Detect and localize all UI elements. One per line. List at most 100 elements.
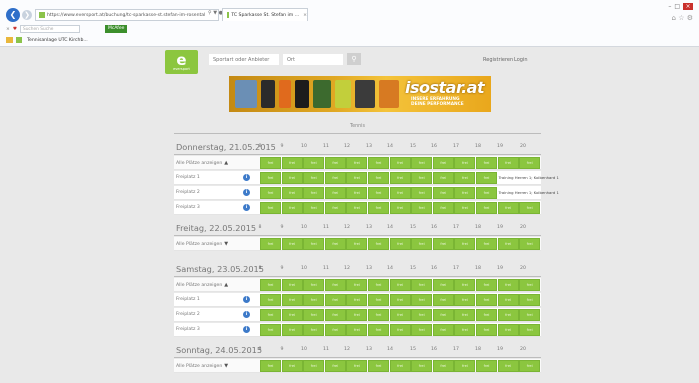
time-slot[interactable]: frei xyxy=(368,279,389,291)
time-slot[interactable]: frei xyxy=(324,279,346,291)
time-slot[interactable]: frei xyxy=(281,309,303,321)
time-slot[interactable]: frei xyxy=(346,360,368,372)
time-slot[interactable]: frei xyxy=(260,202,281,214)
time-slot[interactable]: frei xyxy=(519,202,541,214)
time-slot[interactable]: frei xyxy=(432,238,454,250)
time-slot[interactable]: frei xyxy=(324,324,346,336)
time-slot[interactable]: frei xyxy=(411,157,433,169)
time-slot[interactable]: frei xyxy=(411,172,433,184)
time-slot[interactable]: frei xyxy=(411,202,433,214)
time-slot[interactable]: frei xyxy=(389,238,411,250)
time-slot[interactable]: frei xyxy=(476,324,497,336)
menu-icon[interactable]: × xyxy=(6,27,10,32)
close-icon[interactable]: × xyxy=(683,3,693,10)
time-slot[interactable]: frei xyxy=(454,294,476,306)
time-slot[interactable]: frei xyxy=(497,309,519,321)
time-slot[interactable]: frei xyxy=(411,309,433,321)
isostar-banner[interactable]: isostar.at INSERE ERFAHRUNG DEINE PERFOR… xyxy=(229,76,491,112)
time-slot[interactable]: frei xyxy=(346,157,368,169)
time-slot[interactable]: frei xyxy=(303,294,325,306)
location-input[interactable] xyxy=(283,54,343,65)
time-slot[interactable]: frei xyxy=(476,294,497,306)
address-bar[interactable]: https://www.eversport.at/buchung/tc-spar… xyxy=(35,9,219,21)
time-slot[interactable]: frei xyxy=(346,309,368,321)
favorite-link[interactable]: Tennisanlage UTC Kirchb... xyxy=(27,38,88,43)
forward-button[interactable]: ❯ xyxy=(22,10,32,20)
time-slot[interactable]: frei xyxy=(432,202,454,214)
time-slot[interactable]: frei xyxy=(324,238,346,250)
time-slot[interactable]: frei xyxy=(454,202,476,214)
time-slot[interactable]: frei xyxy=(519,238,541,250)
time-slot[interactable]: frei xyxy=(260,294,281,306)
time-slot[interactable]: frei xyxy=(432,360,454,372)
time-slot[interactable]: frei xyxy=(432,279,454,291)
time-slot[interactable]: frei xyxy=(389,202,411,214)
time-slot[interactable]: frei xyxy=(346,324,368,336)
back-button[interactable]: ❮ xyxy=(6,8,20,22)
time-slot[interactable]: frei xyxy=(476,172,497,184)
time-slot[interactable]: frei xyxy=(497,294,519,306)
time-slot[interactable]: frei xyxy=(476,187,497,199)
time-slot[interactable]: frei xyxy=(346,294,368,306)
show-all-courts-toggle[interactable]: Alle Plätze anzeigen ▲ xyxy=(176,160,228,166)
time-slot[interactable]: frei xyxy=(260,157,281,169)
time-slot[interactable]: frei xyxy=(260,309,281,321)
time-slot[interactable]: frei xyxy=(281,238,303,250)
time-slot[interactable]: frei xyxy=(476,360,497,372)
time-slot[interactable]: frei xyxy=(346,279,368,291)
time-slot[interactable]: frei xyxy=(281,360,303,372)
time-slot[interactable]: frei xyxy=(411,187,433,199)
show-all-courts-row[interactable]: Alle Plätze anzeigen ▼ frei frei frei frei fre… xyxy=(174,359,541,373)
chevron-up-icon[interactable]: ▲ xyxy=(224,282,228,288)
time-slot[interactable]: frei xyxy=(454,172,476,184)
time-slot[interactable]: frei xyxy=(303,157,325,169)
time-slot[interactable]: frei xyxy=(281,294,303,306)
time-slot[interactable]: frei xyxy=(389,279,411,291)
time-slot[interactable]: frei xyxy=(324,360,346,372)
time-slot[interactable]: frei xyxy=(281,324,303,336)
show-all-courts-row[interactable]: Alle Plätze anzeigen ▲ frei frei frei frei fre… xyxy=(174,278,541,292)
time-slot[interactable]: frei xyxy=(368,360,389,372)
login-link[interactable]: Login xyxy=(514,57,528,63)
time-slot[interactable]: frei xyxy=(389,187,411,199)
time-slot[interactable]: frei xyxy=(497,324,519,336)
time-slot[interactable]: frei xyxy=(497,238,519,250)
time-slot[interactable]: frei xyxy=(389,309,411,321)
time-slot[interactable]: frei xyxy=(389,294,411,306)
show-all-courts-row[interactable]: Alle Plätze anzeigen ▼ frei frei frei frei fre… xyxy=(174,237,541,251)
time-slot[interactable]: frei xyxy=(411,294,433,306)
time-slot[interactable]: frei xyxy=(303,309,325,321)
browser-tab[interactable]: TC Sparkasse St. Stefan im ... × xyxy=(222,8,308,21)
time-slot[interactable]: frei xyxy=(281,279,303,291)
tab-close-icon[interactable]: × xyxy=(303,13,307,18)
chevron-down-icon[interactable]: ▼ xyxy=(224,241,228,247)
time-slot[interactable]: frei xyxy=(389,172,411,184)
time-slot[interactable]: frei xyxy=(368,294,389,306)
time-slot[interactable]: frei xyxy=(281,202,303,214)
show-all-courts-toggle[interactable]: Alle Plätze anzeigen ▼ xyxy=(176,241,228,247)
time-slot[interactable]: frei xyxy=(303,202,325,214)
info-icon[interactable]: i xyxy=(243,326,250,333)
time-slot[interactable]: frei xyxy=(519,294,541,306)
time-slot[interactable]: frei xyxy=(476,157,497,169)
minimize-icon[interactable]: – xyxy=(668,3,671,10)
time-slot[interactable]: frei xyxy=(497,279,519,291)
toolbar-search-input[interactable]: Suchen Suche xyxy=(19,25,80,33)
time-slot[interactable]: frei xyxy=(281,172,303,184)
time-slot[interactable]: frei xyxy=(368,172,389,184)
time-slot[interactable]: frei xyxy=(303,360,325,372)
time-slot[interactable]: frei xyxy=(454,360,476,372)
time-slot[interactable]: frei xyxy=(324,294,346,306)
time-slot[interactable]: frei xyxy=(519,157,541,169)
register-link[interactable]: Registrieren xyxy=(483,57,513,63)
chevron-up-icon[interactable]: ▲ xyxy=(224,160,228,166)
show-all-courts-row[interactable]: Alle Plätze anzeigen ▲ frei frei frei frei fre… xyxy=(174,156,541,170)
time-slot[interactable]: frei xyxy=(324,309,346,321)
time-slot[interactable]: frei xyxy=(519,360,541,372)
sport-search-input[interactable] xyxy=(209,54,279,65)
time-slot[interactable]: frei xyxy=(519,309,541,321)
time-slot[interactable]: frei xyxy=(324,172,346,184)
time-slot[interactable]: frei xyxy=(324,202,346,214)
time-slot[interactable]: frei xyxy=(432,324,454,336)
time-slot[interactable]: frei xyxy=(324,187,346,199)
